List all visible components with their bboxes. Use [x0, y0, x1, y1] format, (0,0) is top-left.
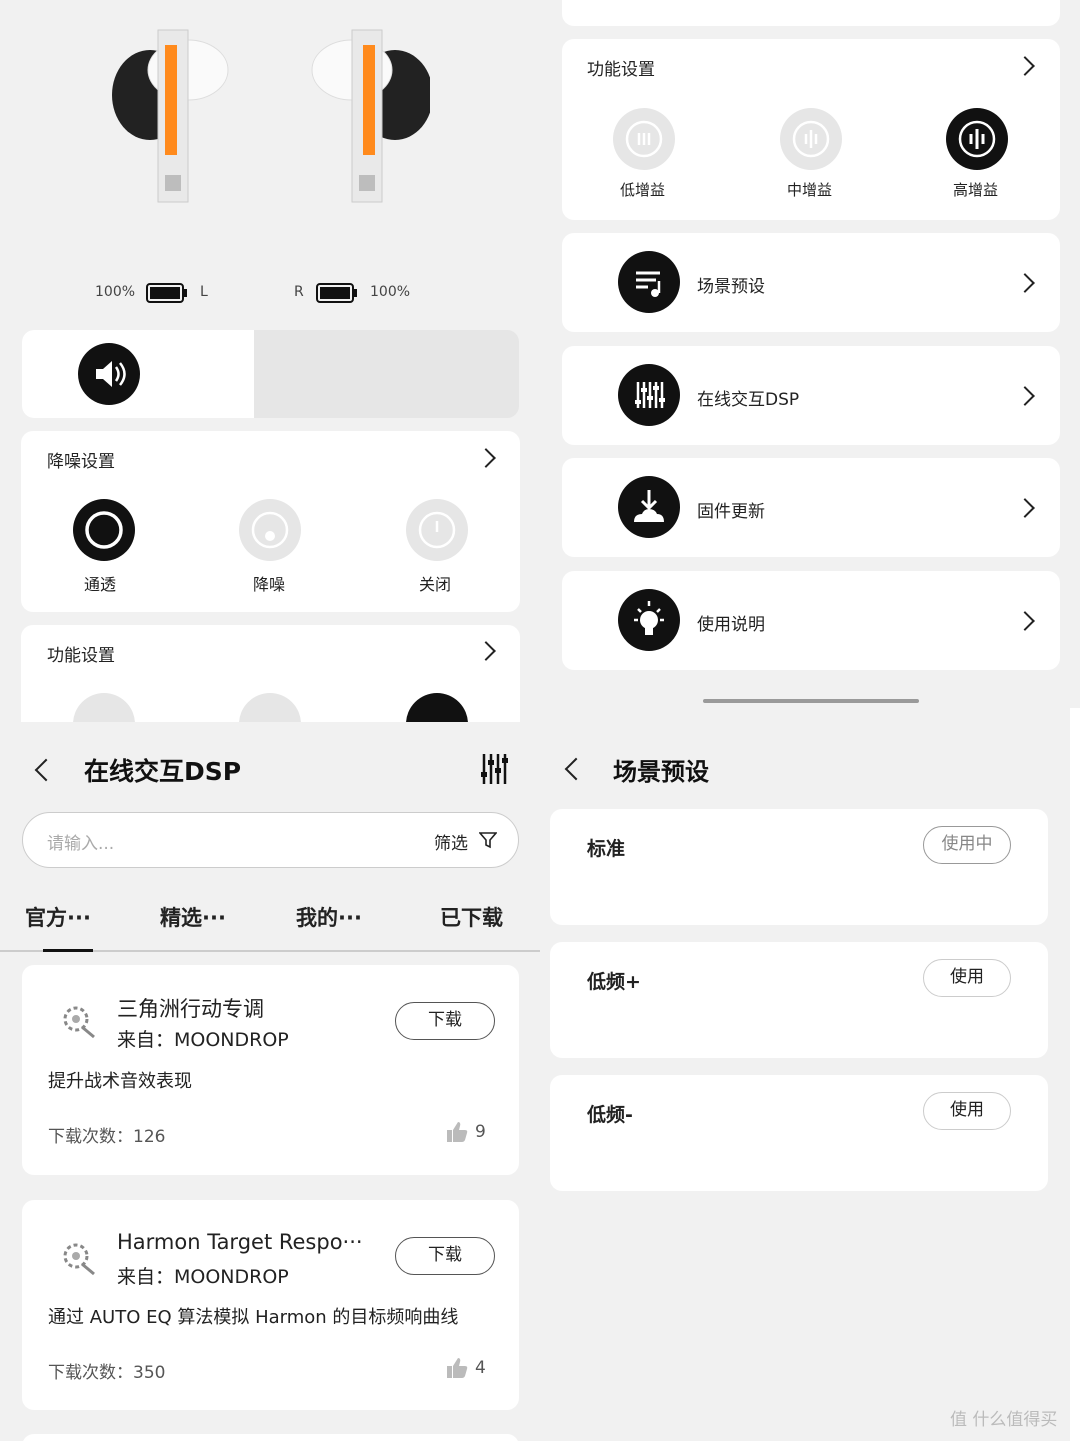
- item-source: 来自：MOONDROP: [117, 1266, 289, 1288]
- function-settings-card-partial: 功能设置: [21, 625, 520, 722]
- search-placeholder: 请输入...: [47, 834, 115, 854]
- function-settings-title: 功能设置: [47, 646, 115, 666]
- filter-label[interactable]: 筛选: [434, 829, 468, 854]
- previous-card-partial: [562, 0, 1060, 26]
- gain-option-label: 低增益: [620, 181, 666, 199]
- item-source: 来自：MOONDROP: [117, 1029, 289, 1051]
- noise-cancel-icon[interactable]: [239, 499, 301, 561]
- lightbulb-icon: [618, 589, 680, 651]
- earbuds-screen: 100% L R 100% 降噪设置 通透 降噪 关闭 功能设置: [0, 0, 540, 722]
- thumbs-up-icon[interactable]: [446, 1357, 468, 1379]
- left-battery-icon: [146, 283, 187, 303]
- mid-gain-icon[interactable]: [780, 108, 842, 170]
- item-name: 三角洲行动专调: [117, 997, 264, 1021]
- dsp-item-card-partial: [22, 1434, 519, 1441]
- low-gain-icon[interactable]: [613, 108, 675, 170]
- filter-icon[interactable]: [479, 831, 497, 849]
- chevron-right-icon[interactable]: [476, 448, 496, 468]
- chevron-right-icon[interactable]: [1015, 56, 1035, 76]
- scene-item-card[interactable]: 低频- 使用: [550, 1075, 1048, 1191]
- dsp-item-card[interactable]: Harmon Target Respo··· 来自：MOONDROP 下载 通过…: [22, 1200, 519, 1410]
- volume-card[interactable]: [22, 330, 519, 418]
- use-button[interactable]: 使用: [923, 1092, 1011, 1130]
- tab-official[interactable]: 官方···: [25, 902, 91, 932]
- home-indicator[interactable]: [703, 699, 919, 703]
- right-side-label: R: [294, 284, 304, 300]
- low-gain-icon[interactable]: [73, 693, 135, 722]
- chevron-right-icon[interactable]: [476, 641, 496, 661]
- item-description: 通过 AUTO EQ 算法模拟 Harmon 的目标频响曲线: [48, 1307, 459, 1328]
- tab-featured[interactable]: 精选···: [160, 902, 226, 932]
- right-battery-icon: [316, 283, 357, 303]
- noise-option-label: 降噪: [253, 575, 286, 594]
- equalizer-icon: [618, 364, 680, 426]
- like-count: 9: [475, 1122, 486, 1142]
- item-description: 提升战术音效表现: [48, 1071, 192, 1092]
- menu-row-firmware-update[interactable]: 固件更新: [562, 458, 1060, 557]
- scene-name: 低频-: [587, 1104, 633, 1126]
- noise-settings-card: 降噪设置 通透 降噪 关闭: [21, 431, 520, 612]
- menu-row-scene-preset[interactable]: 场景预设: [562, 233, 1060, 332]
- chevron-right-icon: [1015, 386, 1035, 406]
- left-side-label: L: [200, 284, 208, 300]
- transparency-icon[interactable]: [73, 499, 135, 561]
- item-name: Harmon Target Respo···: [117, 1230, 363, 1254]
- page-title: 场景预设: [613, 758, 709, 786]
- cloud-download-icon: [618, 476, 680, 538]
- equalizer-icon[interactable]: [480, 752, 510, 786]
- settings-screen: 功能设置 低增益 中增益 高增益 场景预设 在线交互DSP 固件更新 使用说明: [540, 0, 1080, 708]
- gear-icon: [63, 1006, 95, 1039]
- left-earbud-image: [112, 29, 229, 203]
- chevron-right-icon: [1015, 498, 1035, 518]
- download-count: 下载次数：350: [48, 1363, 166, 1383]
- mid-gain-icon[interactable]: [239, 693, 301, 722]
- use-button[interactable]: 使用: [923, 959, 1011, 997]
- high-gain-icon[interactable]: [406, 693, 468, 722]
- gain-option-label: 中增益: [787, 181, 833, 199]
- right-earbud-image: [311, 29, 430, 203]
- page-title: 在线交互DSP: [84, 757, 242, 786]
- menu-row-user-guide[interactable]: 使用说明: [562, 571, 1060, 670]
- online-dsp-screen: 在线交互DSP 请输入... 筛选 官方··· 精选··· 我的··· 已下载 …: [0, 722, 540, 1441]
- back-icon[interactable]: [564, 757, 588, 781]
- download-button[interactable]: 下载: [395, 1002, 495, 1040]
- tab-downloaded[interactable]: 已下载: [440, 902, 503, 932]
- scene-preset-screen: 场景预设 标准 使用中 低频+ 使用 低频- 使用: [540, 708, 1070, 1441]
- like-count: 4: [475, 1358, 486, 1378]
- thumbs-up-icon[interactable]: [446, 1121, 468, 1143]
- menu-label: 使用说明: [697, 615, 765, 635]
- noise-settings-title: 降噪设置: [47, 452, 115, 472]
- left-battery-text: 100%: [95, 284, 136, 300]
- tab-indicator: [43, 949, 93, 952]
- menu-label: 场景预设: [697, 277, 765, 297]
- chevron-right-icon: [1015, 273, 1035, 293]
- search-input[interactable]: 请输入... 筛选: [22, 812, 519, 868]
- high-gain-icon[interactable]: [946, 108, 1008, 170]
- dsp-item-card[interactable]: 三角洲行动专调 来自：MOONDROP 下载 提升战术音效表现 下载次数：126…: [22, 965, 519, 1175]
- noise-option-label: 通透: [84, 575, 117, 594]
- speaker-icon: [78, 343, 140, 405]
- gear-icon: [63, 1243, 95, 1276]
- menu-row-online-dsp[interactable]: 在线交互DSP: [562, 346, 1060, 445]
- menu-label: 固件更新: [697, 502, 765, 522]
- function-settings-card: 功能设置 低增益 中增益 高增益: [562, 39, 1060, 220]
- scene-name: 低频+: [587, 971, 641, 993]
- right-battery-text: 100%: [370, 284, 411, 300]
- function-settings-title: 功能设置: [587, 60, 655, 80]
- watermark: 值 什么值得买: [950, 1410, 1058, 1430]
- tab-mine[interactable]: 我的···: [296, 902, 362, 932]
- gain-option-label: 高增益: [953, 181, 999, 199]
- back-icon[interactable]: [34, 758, 58, 782]
- chevron-right-icon: [1015, 611, 1035, 631]
- noise-option-label: 关闭: [419, 575, 452, 594]
- music-list-icon: [618, 251, 680, 313]
- scene-item-card[interactable]: 低频+ 使用: [550, 942, 1048, 1058]
- download-button[interactable]: 下载: [395, 1237, 495, 1275]
- scene-name: 标准: [587, 838, 626, 860]
- in-use-button[interactable]: 使用中: [923, 826, 1011, 864]
- scene-item-card[interactable]: 标准 使用中: [550, 809, 1048, 925]
- menu-label: 在线交互DSP: [697, 390, 800, 410]
- download-count: 下载次数：126: [48, 1127, 166, 1147]
- noise-off-icon[interactable]: [406, 499, 468, 561]
